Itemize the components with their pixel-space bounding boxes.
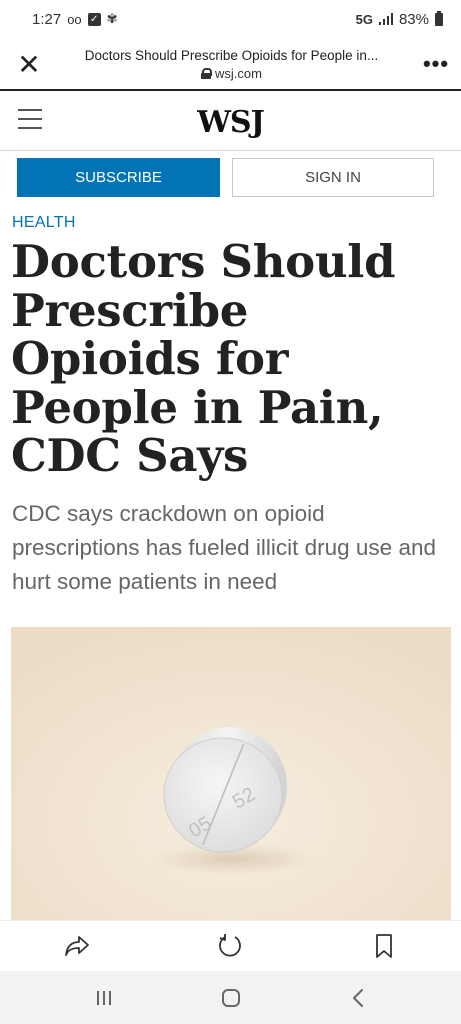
domain-row: wsj.com [201,66,262,81]
auth-row: SUBSCRIBE SIGN IN [17,158,434,197]
article-photo: 05 52 [11,627,451,924]
browser-page-title: Doctors Should Prescribe Opioids for Peo… [84,47,379,63]
domain-label: wsj.com [215,65,262,81]
article-headline: Doctors Should Prescribe Opioids for Peo… [11,235,396,482]
browser-action-bar [0,921,461,971]
close-icon[interactable]: ✕ [0,38,58,90]
status-bar: 1:27 oo ✓ ✾ 5G 83% [0,0,461,38]
battery-percent: 83% [398,10,429,28]
site-header: WSJ [0,91,461,151]
back-icon[interactable] [338,978,378,1018]
pill-illustration: 05 52 [11,627,451,924]
status-time: 1:27 [32,10,62,28]
system-nav-bar [0,971,461,1024]
browser-toolbar: ✕ Doctors Should Prescribe Opioids for P… [0,38,461,90]
section-label[interactable]: HEALTH [12,214,76,232]
url-block[interactable]: Doctors Should Prescribe Opioids for Peo… [58,48,411,81]
lock-icon [201,67,213,79]
signal-icon [378,13,393,25]
subscribe-button[interactable]: SUBSCRIBE [17,158,220,197]
fan-icon: ✾ [106,11,118,26]
share-icon[interactable] [54,923,100,969]
bookmark-icon[interactable] [361,923,407,969]
recents-icon[interactable] [84,978,124,1018]
more-options-icon[interactable]: ••• [411,38,461,90]
task-checkbox-icon: ✓ [87,12,101,26]
home-icon[interactable] [211,978,251,1018]
status-right: 5G 83% [355,10,443,28]
voicemail-icon: oo [67,11,82,27]
refresh-icon[interactable] [207,923,253,969]
status-left: 1:27 oo ✓ ✾ [32,11,118,28]
network-label: 5G [355,11,373,27]
sign-in-button[interactable]: SIGN IN [232,158,434,197]
battery-icon [435,10,443,26]
article-dek: CDC says crackdown on opioid prescriptio… [12,501,436,594]
wsj-logo[interactable]: WSJ [0,105,461,140]
